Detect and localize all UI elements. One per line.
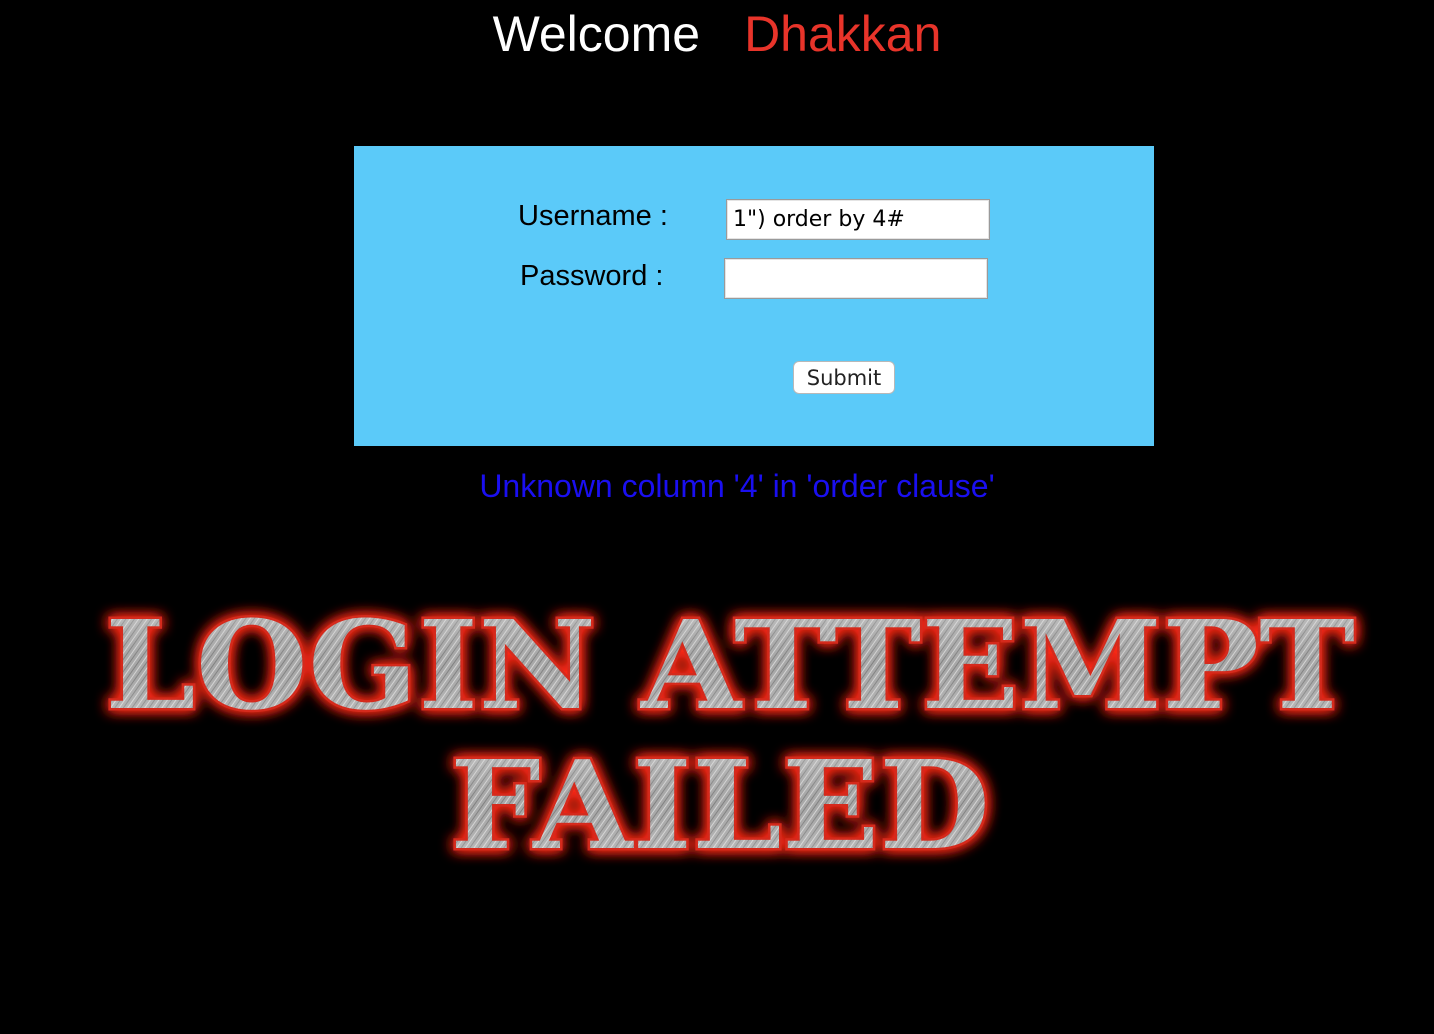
submit-button[interactable]: Submit [793,361,895,394]
error-message: Unknown column '4' in 'order clause' [479,468,995,504]
svg-text:FAILED: FAILED [450,733,990,877]
welcome-user-name: Dhakkan [744,6,942,62]
page: Welcome Dhakkan Username : Password : Sub… [0,0,1434,1034]
password-label: Password : [520,260,664,292]
welcome-heading: Welcome Dhakkan [0,6,1434,62]
welcome-greeting: Welcome [492,6,701,62]
username-label: Username : [518,200,668,232]
login-failed-banner-image: LOGIN ATTEMPT LOGIN ATTEMPT FAILED FAILE… [103,591,1358,880]
username-input[interactable] [726,199,990,240]
password-input[interactable] [724,258,988,299]
login-form: Username : Password : Submit [354,146,1154,446]
svg-text:LOGIN ATTEMPT: LOGIN ATTEMPT [105,593,1355,737]
